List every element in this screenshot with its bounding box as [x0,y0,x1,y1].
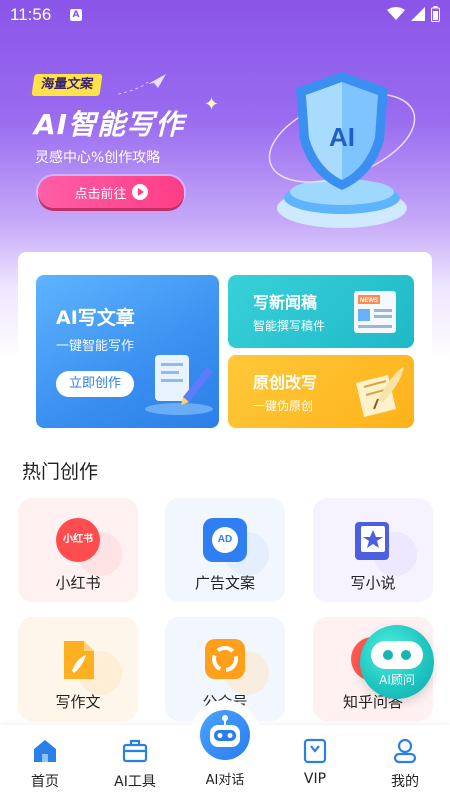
profile-icon [393,738,417,764]
tile-xiaohongshu[interactable]: 小红书 小红书 [18,498,138,602]
scroll-quill-icon [356,367,404,417]
play-icon [131,184,148,200]
official-account-icon [205,639,245,679]
essay-icon [64,641,94,679]
signal-icon [411,7,425,21]
ai-article-subtitle: 一键智能写作 [56,339,135,354]
battery-icon [431,6,440,22]
nav-home[interactable]: 首页 [0,725,90,800]
ai-consultant-label: AI顾问 [379,673,415,687]
home-icon [34,740,56,762]
nav-label: VIP [303,771,327,787]
ai-article-card[interactable]: AI写文章 一键智能写作 立即创作 [36,275,219,428]
tile-essay[interactable]: 写作文 [18,617,138,721]
news-card[interactable]: 写新闻稿 智能撰写稿件 NEWS [228,275,414,348]
tile-label: 小红书 [55,574,101,592]
app-indicator-icon: A [70,9,82,21]
rewrite-title: 原创改写 [253,373,318,392]
status-bar: 11:56 A [0,0,450,30]
ai-shield-illustration: AI [268,72,416,228]
nav-label: 我的 [391,774,419,790]
status-time: 11:56 [10,5,52,24]
create-now-button[interactable]: 立即创作 [56,371,134,397]
wifi-icon [387,7,405,20]
nav-ai-chat-label: AI对话 [205,773,245,788]
tile-novel[interactable]: 写小说 [313,498,433,602]
news-subtitle: 智能撰写稿件 [253,319,326,333]
tile-label: 广告文案 [194,574,255,592]
ai-article-title: AI写文章 [56,307,135,329]
rewrite-card[interactable]: 原创改写 一键伪原创 [228,355,414,428]
robot-face-icon [371,641,423,669]
cta-label: 点击前往 [74,186,127,202]
nav-profile[interactable]: 我的 [360,725,450,800]
nav-label: 首页 [31,774,59,790]
newspaper-icon: NEWS [354,291,396,333]
hot-section-title: 热门创作 [22,461,99,483]
robot-icon [200,710,250,760]
nav-label: AI工具 [114,774,156,790]
banner-subline: 灵感中心%创作攻略 [35,150,161,166]
tile-label: 写作文 [55,693,101,711]
news-badge: NEWS [360,298,378,304]
sparkle-icon: ✦ [204,94,220,115]
xiaohongshu-icon: 小红书 [56,518,100,562]
tile-label: 写小说 [350,574,396,592]
banner-cta-button[interactable]: 点击前往 [38,176,184,208]
paper-plane-icon [118,74,166,95]
vip-icon [303,738,327,764]
banner-headline: AI智能写作 [34,108,185,141]
shield-ai-text: AI [329,122,355,152]
rewrite-subtitle: 一键伪原创 [253,399,314,413]
nav-ai-tools[interactable]: AI工具 [90,725,180,800]
nav-vip[interactable]: VIP [270,725,360,800]
ad-icon: AD [203,518,247,562]
novel-icon [355,522,389,560]
banner-tag: 海量文案 [31,74,103,96]
news-title: 写新闻稿 [253,293,318,312]
toolbox-icon [122,739,148,763]
document-pen-icon [145,355,213,415]
nav-ai-chat[interactable] [190,700,260,770]
tile-ad-copy[interactable]: AD 广告文案 [165,498,285,602]
ai-consultant-button[interactable]: AI顾问 [360,625,434,699]
